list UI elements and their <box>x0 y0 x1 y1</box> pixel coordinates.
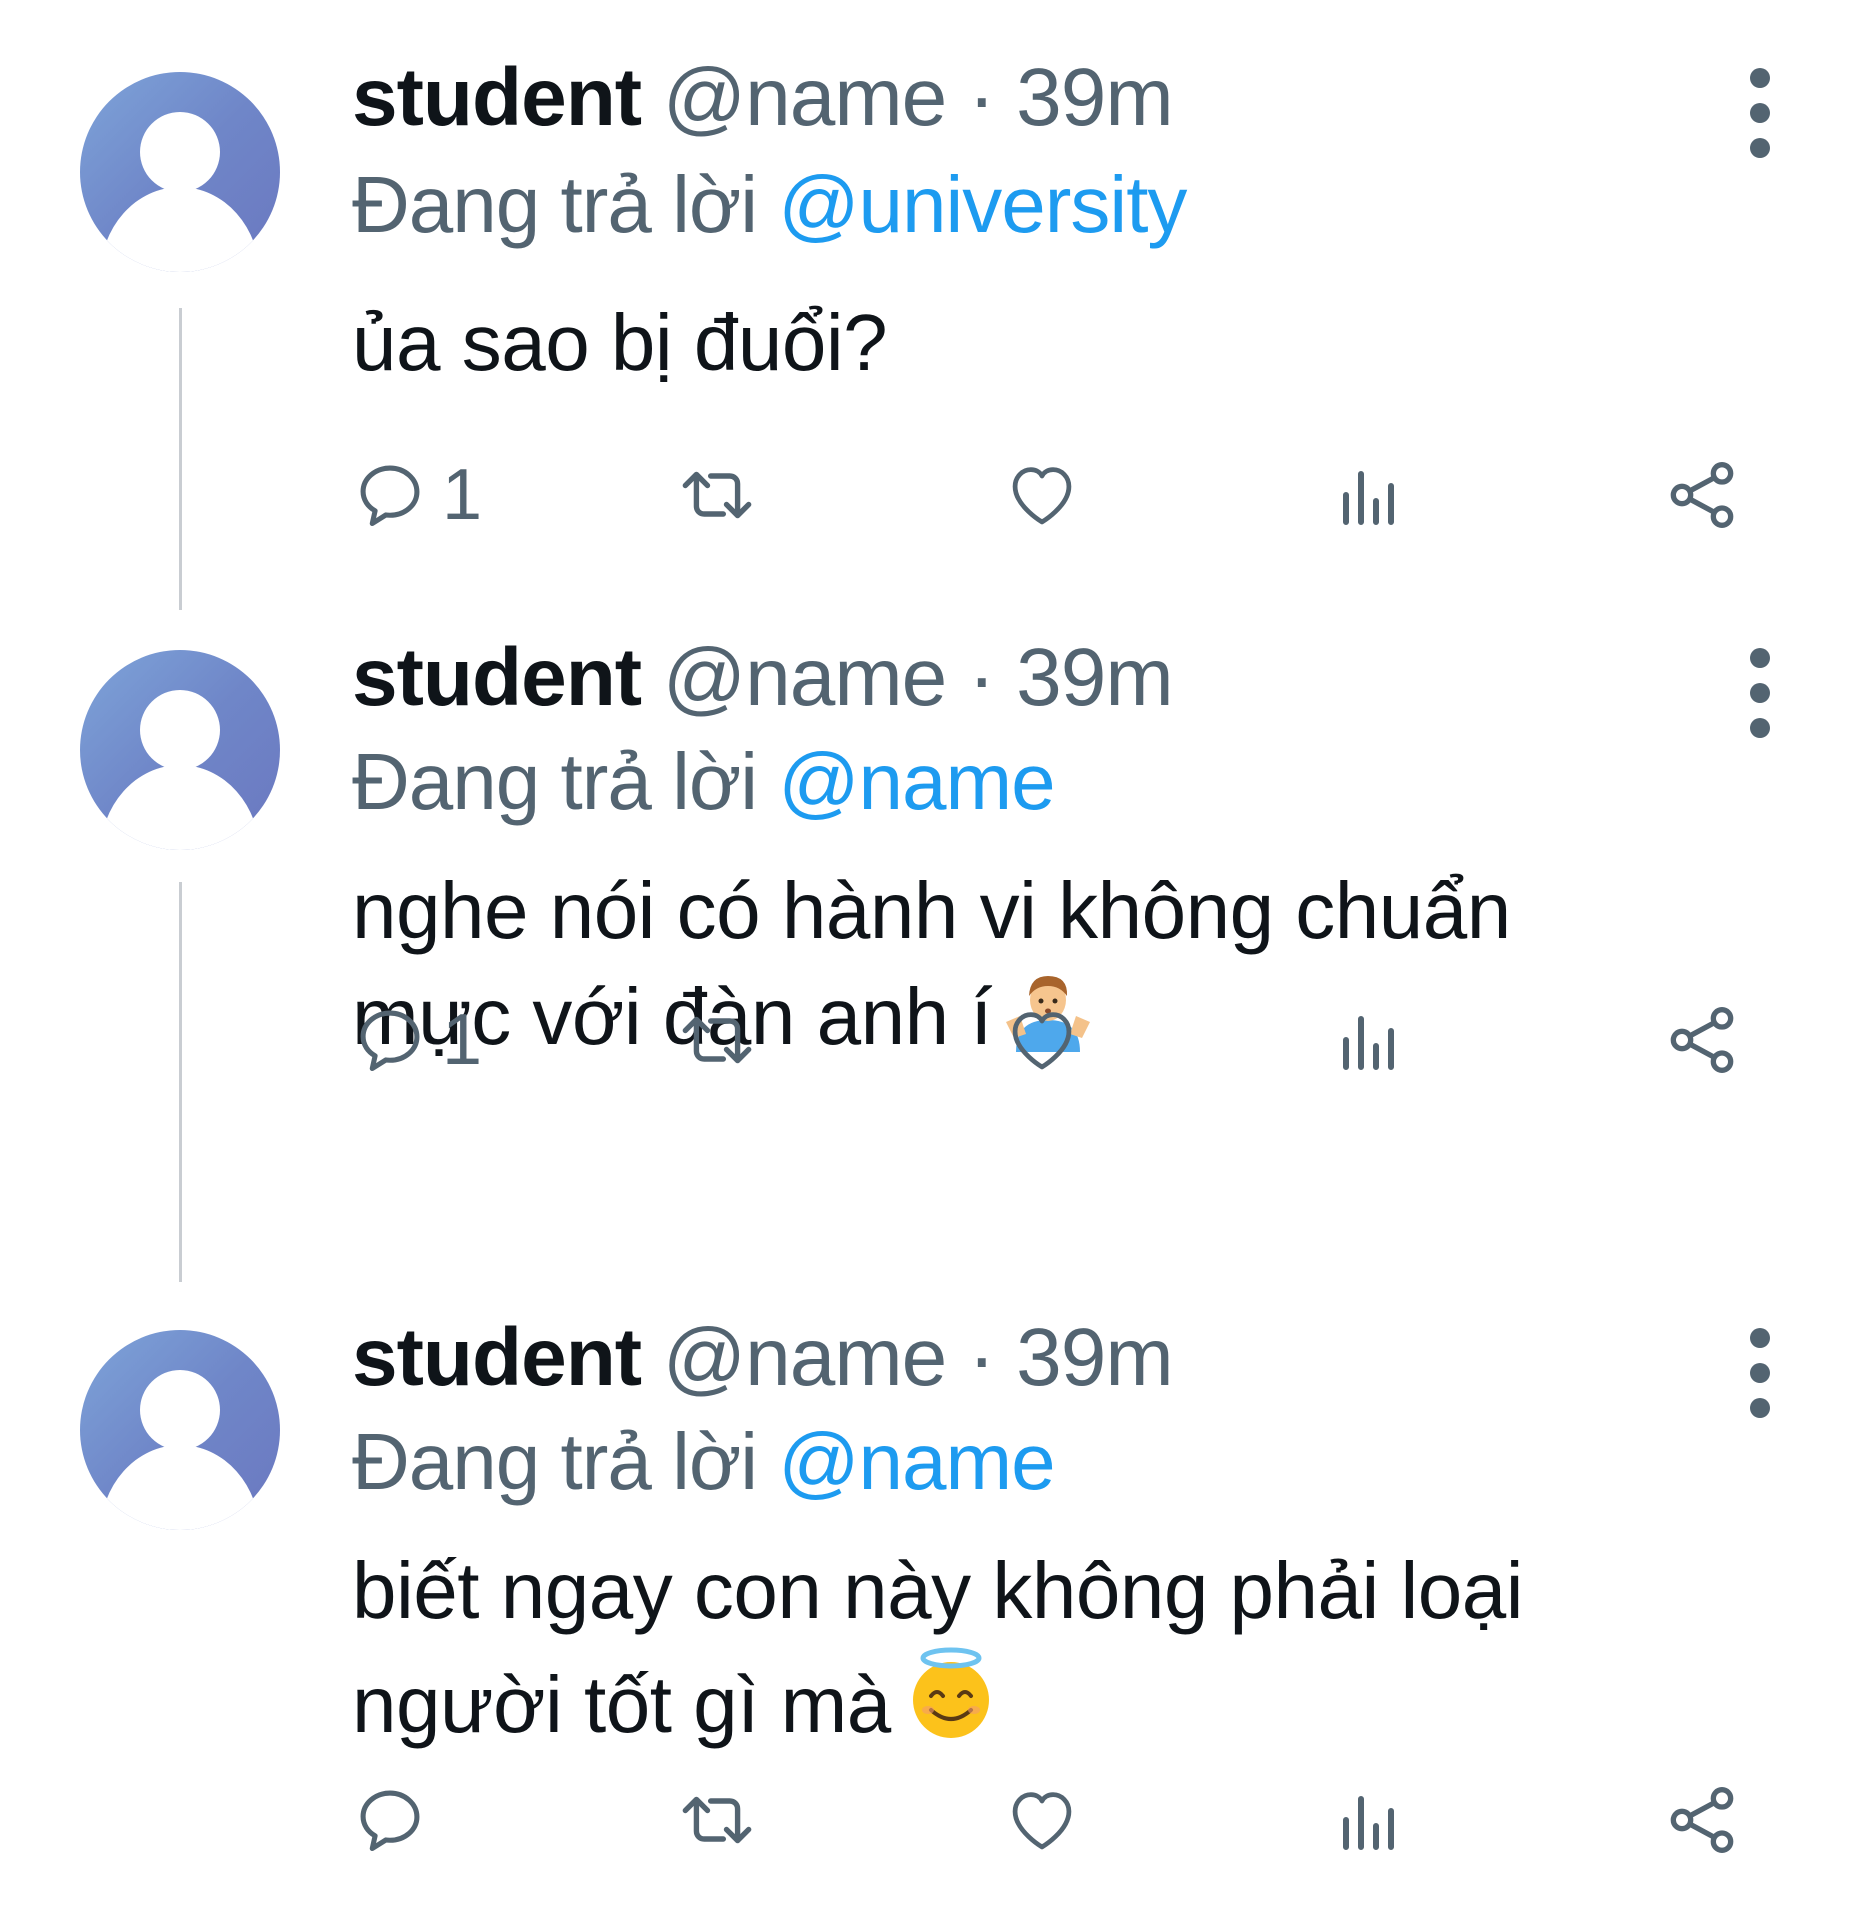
reply-mention[interactable]: @university <box>778 160 1187 249</box>
retweet-icon <box>682 1796 752 1844</box>
user-handle[interactable]: @name <box>663 52 947 143</box>
tweet-text-line: biết ngay con này không phải loại <box>352 1546 1524 1635</box>
heart-icon <box>1012 1792 1072 1850</box>
tweet-header: student @name · 39m <box>352 628 1174 728</box>
tweet-text-segment: người tốt gì mà <box>352 1660 891 1749</box>
reply-count: 1 <box>442 455 483 535</box>
share-icon <box>1670 1007 1734 1073</box>
replying-to-label: Đang trả lời <box>352 160 758 249</box>
tweet-text-line: nghe nói có hành vi không chuẩn <box>352 866 1511 955</box>
like-button[interactable] <box>1002 450 1082 540</box>
views-button[interactable] <box>1337 450 1403 540</box>
share-button[interactable] <box>1662 450 1742 540</box>
tweet[interactable]: student @name · 39m Đang trả lời @name b… <box>0 1300 1861 1920</box>
tweet-text-line: người tốt gì mà <box>352 1644 1732 1770</box>
reply-thread: student @name · 39m Đang trả lời @univer… <box>0 0 1861 1920</box>
smiling-face-with-halo-emoji <box>901 1644 1001 1770</box>
heart-icon <box>1012 467 1072 525</box>
reply-icon <box>360 465 420 527</box>
tweet[interactable]: student @name · 39m Đang trả lời @univer… <box>0 0 1861 620</box>
reply-icon <box>360 1010 420 1072</box>
retweet-button[interactable] <box>672 1775 762 1865</box>
views-icon <box>1343 1016 1394 1070</box>
tweet[interactable]: student @name · 39m Đang trả lời @name n… <box>0 620 1861 1300</box>
smiling-face-with-halo-icon <box>912 1647 989 1738</box>
like-button[interactable] <box>1002 1775 1082 1865</box>
replying-to-label: Đang trả lời <box>352 1417 758 1506</box>
views-button[interactable] <box>1337 995 1403 1085</box>
share-button[interactable] <box>1662 995 1742 1085</box>
views-icon <box>1343 471 1394 525</box>
separator: · <box>968 1312 995 1403</box>
avatar[interactable] <box>80 650 280 850</box>
retweet-button[interactable] <box>672 995 762 1085</box>
replying-to-label: Đang trả lời <box>352 737 758 826</box>
avatar[interactable] <box>80 72 280 272</box>
default-avatar-icon <box>100 1370 260 1530</box>
share-icon <box>1670 462 1734 528</box>
replying-to: Đang trả lời @name <box>352 1412 1056 1512</box>
tweet-header: student @name · 39m <box>352 48 1174 148</box>
default-avatar-icon <box>100 690 260 850</box>
separator: · <box>968 52 995 143</box>
reply-button[interactable] <box>352 1775 442 1865</box>
views-button[interactable] <box>1337 1775 1403 1865</box>
thread-connector <box>179 308 182 610</box>
separator: · <box>968 632 995 723</box>
reply-count: 1 <box>442 1000 483 1080</box>
thread-connector <box>179 882 182 1282</box>
tweet-text-line: ủa sao bị đuổi? <box>352 298 888 387</box>
more-options-button[interactable] <box>1740 1318 1780 1428</box>
replying-to: Đang trả lời @university <box>352 155 1187 255</box>
tweet-text: ủa sao bị đuổi? <box>352 290 1732 396</box>
display-name[interactable]: student <box>352 632 642 723</box>
reply-button[interactable]: 1 <box>352 995 482 1085</box>
tweet-actions: 1 <box>352 450 1752 540</box>
timestamp[interactable]: 39m <box>1016 1312 1174 1403</box>
display-name[interactable]: student <box>352 1312 642 1403</box>
tweet-actions <box>352 1775 1752 1865</box>
retweet-icon <box>682 1016 752 1064</box>
reply-mention[interactable]: @name <box>778 737 1055 826</box>
tweet-actions: 1 <box>352 995 1752 1085</box>
tweet-header: student @name · 39m <box>352 1308 1174 1408</box>
retweet-icon <box>682 471 752 519</box>
default-avatar-icon <box>100 112 260 272</box>
replying-to: Đang trả lời @name <box>352 732 1056 832</box>
heart-icon <box>1012 1012 1072 1070</box>
reply-mention[interactable]: @name <box>778 1417 1055 1506</box>
share-button[interactable] <box>1662 1775 1742 1865</box>
like-button[interactable] <box>1002 995 1082 1085</box>
more-options-button[interactable] <box>1740 58 1780 168</box>
avatar[interactable] <box>80 1330 280 1530</box>
user-handle[interactable]: @name <box>663 632 947 723</box>
reply-icon <box>360 1790 420 1852</box>
reply-button[interactable]: 1 <box>352 450 482 540</box>
timestamp[interactable]: 39m <box>1016 632 1174 723</box>
timestamp[interactable]: 39m <box>1016 52 1174 143</box>
user-handle[interactable]: @name <box>663 1312 947 1403</box>
views-icon <box>1343 1796 1394 1850</box>
share-icon <box>1670 1787 1734 1853</box>
display-name[interactable]: student <box>352 52 642 143</box>
tweet-text: biết ngay con này không phải loại người … <box>352 1538 1732 1770</box>
retweet-button[interactable] <box>672 450 762 540</box>
more-options-button[interactable] <box>1740 638 1780 748</box>
